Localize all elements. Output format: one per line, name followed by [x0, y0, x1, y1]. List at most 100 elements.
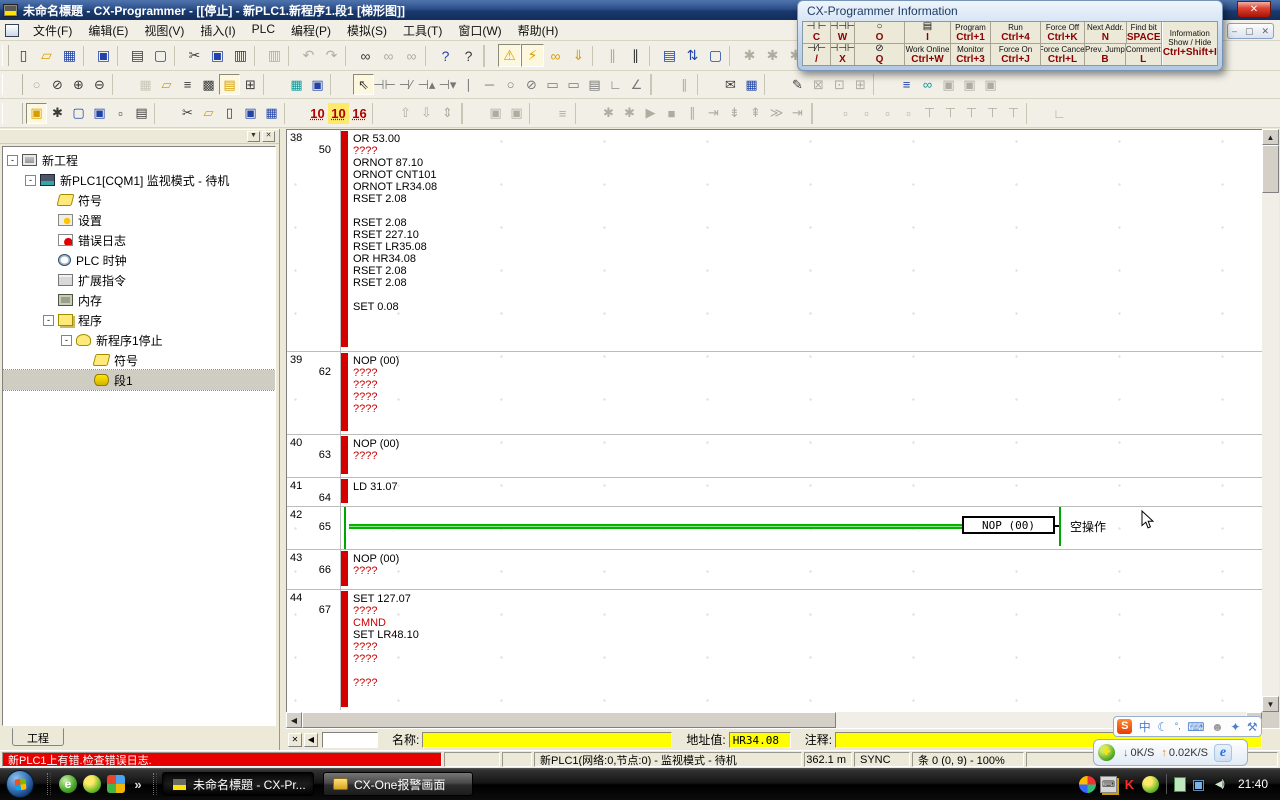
toolbar-icon[interactable]: ✎ — [787, 74, 808, 95]
toolbar-icon[interactable]: ─ — [479, 74, 500, 95]
toolbar-icon[interactable]: ▦ — [58, 44, 81, 67]
tree-item[interactable]: - 新PLC1[CQM1] 监视模式 - 待机 — [3, 170, 275, 190]
toolbar-icon[interactable]: ▥ — [229, 44, 252, 67]
vertical-scroll-thumb[interactable] — [1262, 145, 1279, 193]
tree-expander[interactable]: - — [43, 315, 54, 326]
ime-icon[interactable]: °, — [1175, 722, 1181, 731]
toolbar-icon[interactable]: ⚠ — [498, 44, 521, 67]
scroll-down-button[interactable]: ▼ — [1262, 696, 1279, 712]
toolbar-icon[interactable]: ⊠ — [808, 74, 829, 95]
toolbar-icon[interactable]: ↷ — [320, 44, 343, 67]
toolbar-icon[interactable]: ▱ — [156, 74, 177, 95]
toolbar-icon[interactable]: ∥ — [601, 44, 624, 67]
nop-instruction-box[interactable]: NOP (00) — [962, 516, 1055, 534]
taskbar-clock[interactable]: 21:40 — [1238, 777, 1268, 791]
toolbar-icon[interactable]: ⊞ — [850, 74, 871, 95]
tree-item[interactable]: 内存 — [3, 290, 275, 310]
ladder-rung-41[interactable]: 41 64 LD 31.07 — [287, 478, 1262, 507]
toolbar-icon[interactable] — [284, 103, 305, 124]
toolbar-icon[interactable]: ▫ — [898, 103, 919, 124]
toolbar-icon[interactable]: ✱ — [761, 44, 784, 67]
toolbar-icon[interactable]: ∟ — [605, 74, 626, 95]
toolbar-icon[interactable] — [254, 46, 261, 66]
toolbar-icon[interactable]: ⇅ — [681, 44, 704, 67]
toolbar-icon[interactable]: ⇕ — [437, 103, 458, 124]
toolbar-icon[interactable]: ⊘ — [521, 74, 542, 95]
toolbar-icon[interactable]: ▣ — [92, 44, 115, 67]
toolbar-icon[interactable] — [592, 46, 599, 66]
toolbar-icon[interactable]: ⊤ — [961, 103, 982, 124]
toolbar-icon[interactable]: ≡ — [896, 74, 917, 95]
ladder-rung-38[interactable]: 38 50 OR 53.00????ORNOT 87.10ORNOT CNT10… — [287, 130, 1262, 352]
toolbar-icon[interactable]: ⊘ — [47, 74, 68, 95]
toolbar-icon[interactable]: ∣ — [458, 74, 479, 95]
tree-item[interactable]: 符号 — [3, 350, 275, 370]
mdi-restore-button[interactable]: ▢ — [1245, 26, 1254, 37]
security-icon[interactable]: ✚ — [1098, 744, 1115, 761]
tree-item[interactable]: - 程序 — [3, 310, 275, 330]
toolbar-icon[interactable]: ⊡ — [829, 74, 850, 95]
menu-item[interactable]: 编辑(E) — [80, 20, 136, 41]
horizontal-scroll-thumb[interactable] — [302, 712, 836, 728]
toolbar-icon[interactable]: ✱ — [598, 103, 619, 124]
toolbar-icon[interactable]: ↶ — [297, 44, 320, 67]
taskbar-grip[interactable] — [153, 773, 157, 795]
toolbar-icon[interactable]: ⇥ — [787, 103, 808, 124]
ladder-rung-40[interactable]: 40 63 NOP (00)???? — [287, 435, 1262, 478]
toolbar-icon[interactable]: ▯ — [12, 44, 35, 67]
ime-icon[interactable]: S — [1117, 719, 1132, 734]
toolbar-icon[interactable] — [764, 74, 785, 95]
ime-icon[interactable]: ⌨ — [1187, 721, 1204, 733]
toolbar-icon[interactable]: ⊞ — [240, 74, 261, 95]
toolbar-icon[interactable]: ⇟ — [724, 103, 745, 124]
panel-header[interactable]: ▼ ✕ — [0, 129, 279, 144]
tray-icon[interactable]: ▣ — [1190, 776, 1207, 793]
cx-information-popup[interactable]: CX-Programmer Information ⊣ ⊢ C ⊣⊣⊢ W — [797, 0, 1223, 71]
toolbar-icon[interactable]: ⇖ — [353, 74, 374, 95]
toolbar-icon[interactable]: ? — [434, 44, 457, 67]
toolbar-icon[interactable]: ∥ — [674, 74, 695, 95]
toolbar-icon[interactable]: ∞ — [377, 44, 400, 67]
toolbar-icon[interactable]: ▤ — [584, 74, 605, 95]
toolbar-icon[interactable]: 16 — [349, 103, 370, 124]
toolbar-icon[interactable]: ○ — [26, 74, 47, 95]
tray-icon[interactable] — [1079, 776, 1096, 793]
tree-expander[interactable]: - — [61, 335, 72, 346]
ime-icon[interactable]: ✦ — [1230, 721, 1240, 733]
toolbar-icon[interactable]: ⇩ — [416, 103, 437, 124]
ladder-rung-44[interactable]: 44 67 SET 127.07????CMNDSET LR48.10?????… — [287, 590, 1262, 710]
toolbar-icon[interactable]: ▦ — [741, 74, 762, 95]
window-close-button[interactable]: ✕ — [1237, 1, 1271, 18]
toolbar-icon[interactable]: ▫ — [835, 103, 856, 124]
toolbar-icon[interactable] — [461, 103, 482, 124]
toolbar-icon[interactable]: ▩ — [198, 74, 219, 95]
taskbar-window-button[interactable]: 未命名標題 - CX-Pr... — [162, 772, 314, 796]
menu-item[interactable]: 模拟(S) — [339, 20, 395, 41]
toolbar-icon[interactable]: ✱ — [738, 44, 761, 67]
browser-icon[interactable]: e — [1214, 744, 1232, 762]
panel-close-button[interactable]: ✕ — [262, 131, 275, 142]
toolbar-icon[interactable]: ▢ — [68, 103, 89, 124]
toolbar-icon[interactable]: ∥ — [682, 103, 703, 124]
toolbar-icon[interactable]: ▣ — [206, 44, 229, 67]
toolbar-icon[interactable] — [697, 74, 718, 95]
toolbar-icon[interactable]: ▫ — [877, 103, 898, 124]
toolbar-icon[interactable]: 10 — [307, 103, 328, 124]
toolbar-icon[interactable] — [811, 103, 832, 124]
ladder-rung-43[interactable]: 43 66 NOP (00)???? — [287, 550, 1262, 590]
toolbar-icon[interactable] — [263, 74, 284, 95]
toolbar-icon[interactable]: ⇥ — [703, 103, 724, 124]
tray-icon[interactable] — [1142, 776, 1159, 793]
toolbar-icon[interactable] — [729, 46, 736, 66]
quicklaunch-icon[interactable] — [107, 775, 125, 793]
mdi-close-button[interactable]: ✕ — [1261, 26, 1269, 37]
toolbar-icon[interactable]: ? — [457, 44, 480, 67]
toolbar-icon[interactable]: ▫ — [110, 103, 131, 124]
toolbar-icon[interactable]: ∞ — [917, 74, 938, 95]
toolbar-icon[interactable]: ■ — [661, 103, 682, 124]
quicklaunch-icon[interactable]: e — [59, 775, 77, 793]
toolbar-icon[interactable]: ≫ — [766, 103, 787, 124]
toolbar-icon[interactable]: ⇓ — [567, 44, 590, 67]
toolbar-icon[interactable]: ⇞ — [745, 103, 766, 124]
toolbar-icon[interactable]: ○ — [500, 74, 521, 95]
